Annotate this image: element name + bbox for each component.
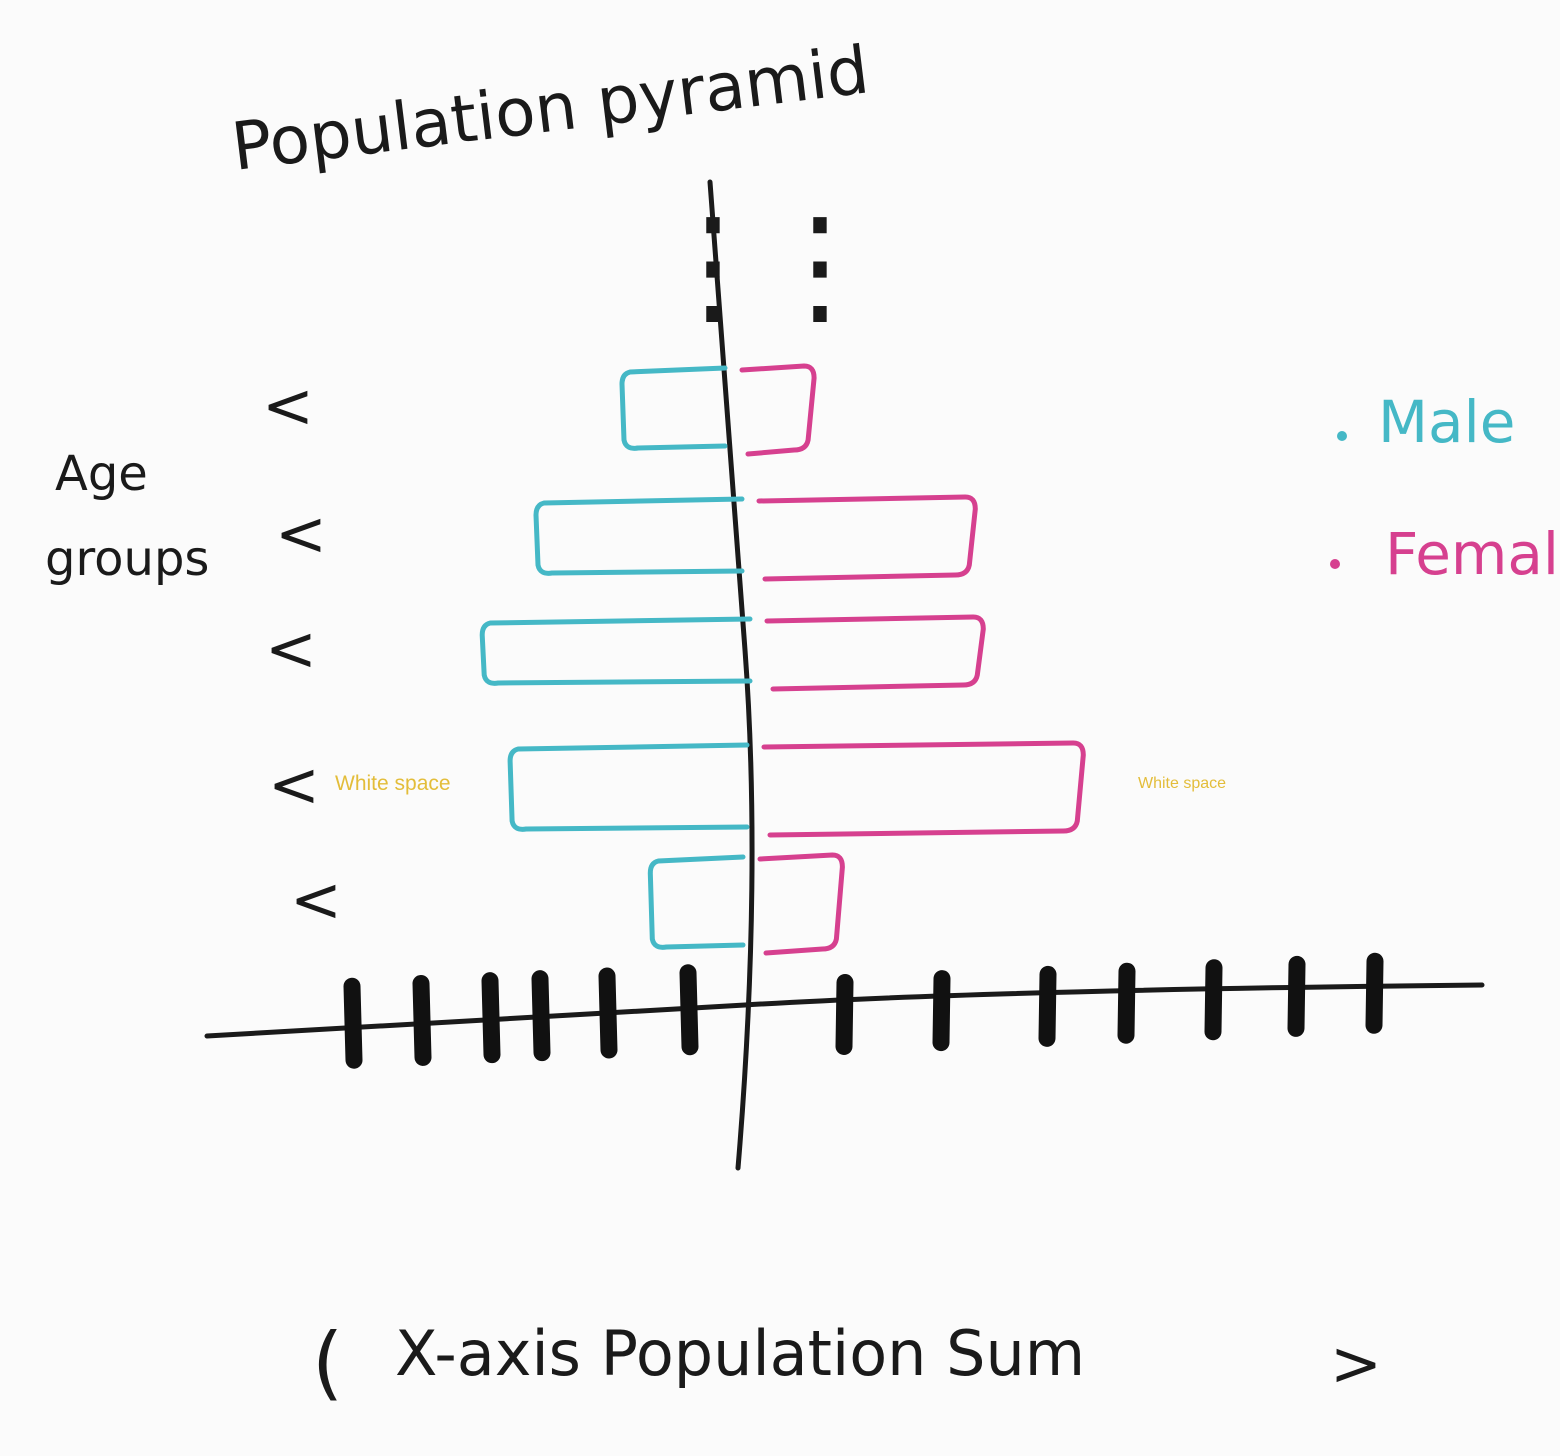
female-bar: [764, 614, 986, 692]
x-axis-tick: [1365, 952, 1384, 1034]
legend-female-label: Female: [1385, 520, 1560, 588]
annotation-white-space-left: White space: [335, 772, 451, 795]
x-axis-tick: [481, 972, 501, 1064]
x-axis-tick: [835, 973, 854, 1055]
x-axis-tick: [1204, 959, 1223, 1041]
x-axis-label: X-axis Population Sum: [395, 1317, 1085, 1390]
female-bar: [739, 363, 817, 457]
x-axis-left-arrow: (: [312, 1316, 343, 1409]
annotation-white-space-right: White space: [1138, 775, 1226, 792]
age-group-marker: <: [268, 748, 320, 821]
x-axis-tick: [412, 974, 432, 1066]
legend-male-dot: [1337, 431, 1347, 441]
x-axis-tick: [531, 970, 551, 1062]
age-group-marker: <: [290, 863, 342, 936]
y-axis-label-line2: groups: [45, 531, 209, 587]
x-axis-tick: [1117, 962, 1136, 1044]
x-axis-tick: [679, 964, 699, 1056]
male-series: [479, 365, 753, 950]
pyramid-chart: Population pyramid Age groups ⋮ ⋮ <<<<< …: [45, 31, 1560, 1409]
age-group-marker: <: [265, 612, 317, 685]
x-axis-tick: [343, 977, 363, 1069]
male-bar: [619, 365, 728, 451]
x-axis-ticks: [343, 952, 1384, 1069]
continuation-dots-right: ⋮: [755, 189, 885, 341]
chart-title: Population pyramid: [228, 31, 873, 186]
x-axis-tick: [1038, 965, 1057, 1047]
female-bar: [761, 740, 1086, 838]
age-group-marker: <: [275, 497, 327, 570]
age-group-marker: <: [262, 369, 314, 442]
male-bar: [507, 742, 750, 832]
female-series: [739, 363, 1086, 956]
legend: Male Female: [1330, 388, 1560, 588]
female-bar: [757, 852, 845, 956]
x-axis-tick: [1287, 955, 1306, 1037]
x-axis-right-arrow: >: [1330, 1327, 1382, 1400]
female-bar: [756, 494, 978, 582]
x-axis-tick: [598, 967, 618, 1059]
age-group-markers: < < < < <: [262, 369, 342, 936]
male-bar: [533, 496, 745, 576]
x-axis-tick: [932, 970, 951, 1052]
legend-female-dot: [1330, 559, 1340, 569]
male-bar: [479, 616, 753, 686]
y-axis-label-line1: Age: [55, 446, 148, 502]
legend-male-label: Male: [1378, 388, 1515, 456]
male-bar: [647, 854, 746, 950]
